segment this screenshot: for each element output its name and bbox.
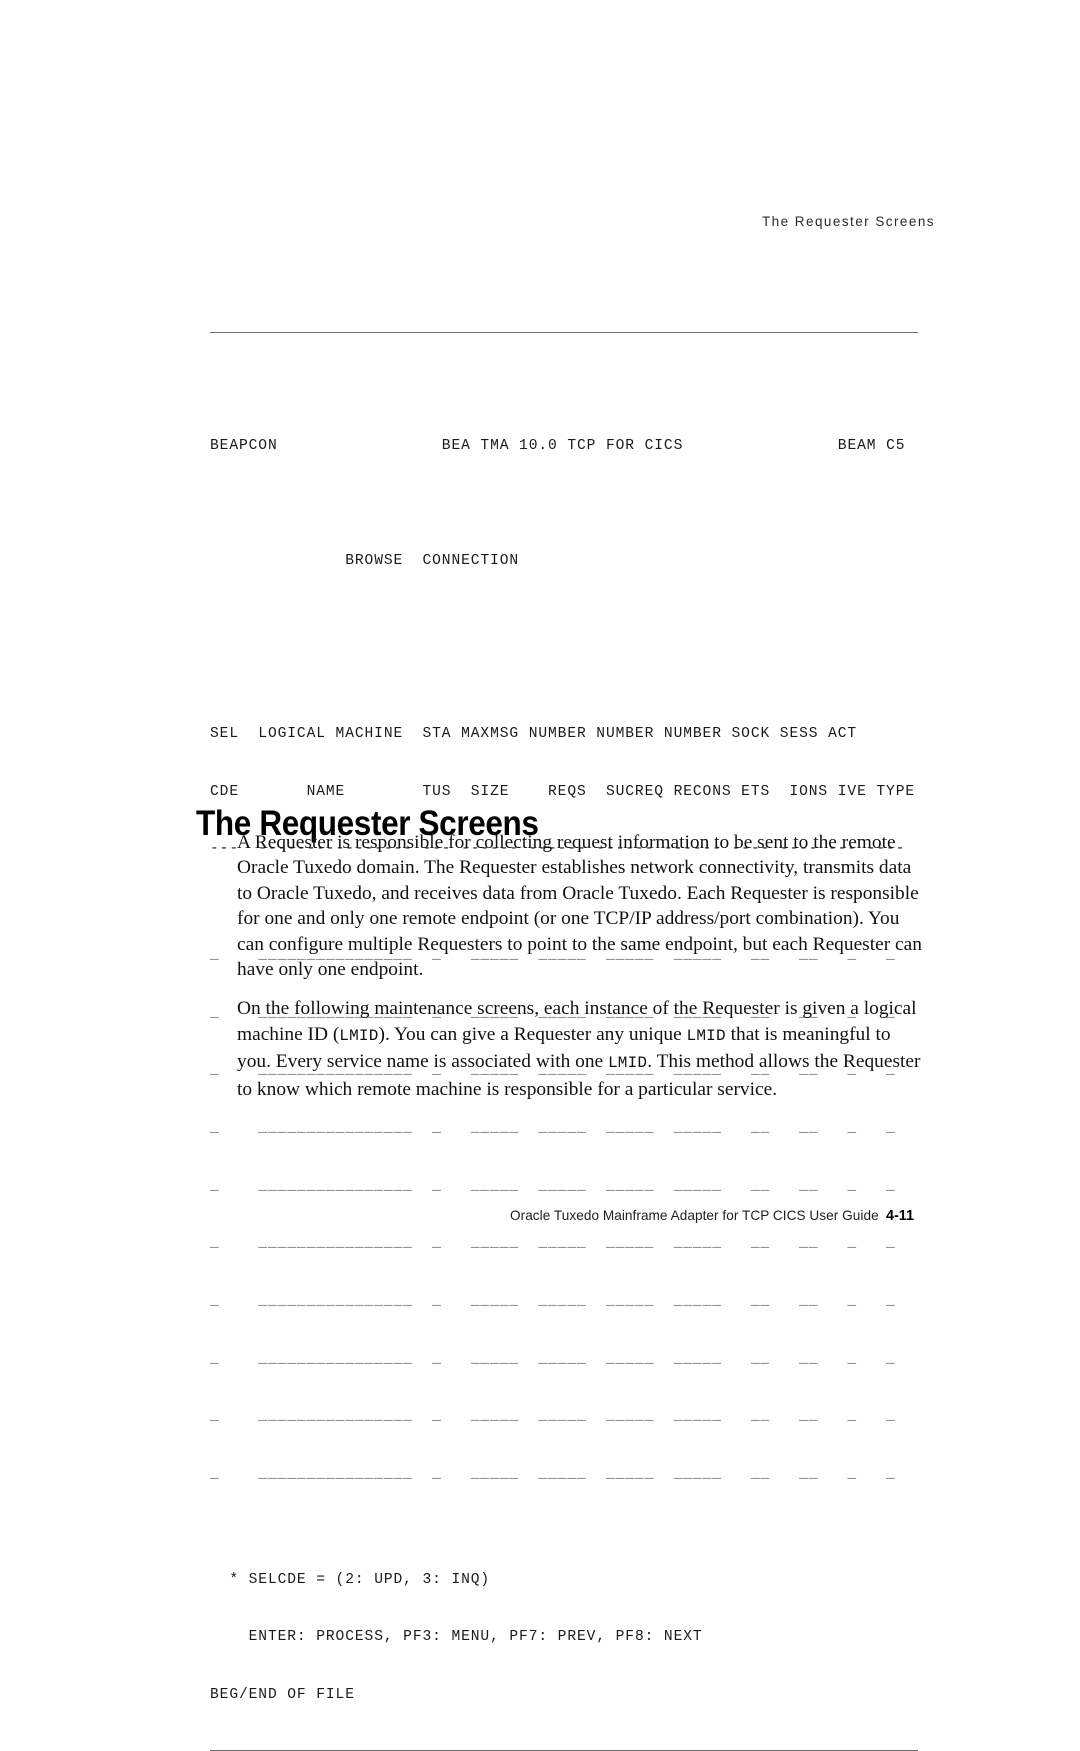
figure-bottom-rule xyxy=(210,1749,918,1751)
terminal-footer-keys: ENTER: PROCESS, PF3: MENU, PF7: PREV, PF… xyxy=(210,1628,918,1647)
page-footer: Oracle Tuxedo Mainframe Adapter for TCP … xyxy=(0,1208,1080,1230)
lmid-term: LMID xyxy=(608,1054,648,1073)
terminal-data-row[interactable]: _ ________________ _ _____ _____ _____ _… xyxy=(210,1119,918,1138)
spacer-line xyxy=(210,1522,918,1532)
lmid-term: LMID xyxy=(686,1026,726,1045)
spacer-line xyxy=(210,379,918,398)
terminal-data-row[interactable]: _ ________________ _ _____ _____ _____ _… xyxy=(210,1465,918,1484)
terminal-screen-id: BEAM C5 xyxy=(837,438,906,454)
terminal-product-title: BEA TMA 10.0 TCP FOR CICS xyxy=(441,438,684,454)
terminal-data-row[interactable]: _ ________________ _ _____ _____ _____ _… xyxy=(210,1234,918,1253)
running-header: The Requester Screens xyxy=(761,214,935,229)
terminal-transaction-id: BEAPCON xyxy=(210,438,278,454)
terminal-function-row: BROWSE CONNECTION xyxy=(210,552,918,571)
terminal-title-row: BEAPCON BEA TMA 10.0 TCP FOR CICS BEAM C… xyxy=(210,437,918,456)
terminal-data-row[interactable]: _ ________________ _ _____ _____ _____ _… xyxy=(210,1350,918,1369)
terminal-selcde-text: * SELCDE = (2: UPD, 3: INQ) xyxy=(229,1571,491,1588)
spacer-line xyxy=(210,610,918,629)
paragraph-requester-overview: A Requester is responsible for collectin… xyxy=(237,832,922,981)
lmid-term: LMID xyxy=(339,1026,379,1045)
paragraph-lmid-description: On the following maintenance screens, ea… xyxy=(237,996,926,1102)
terminal-keys-text: ENTER: PROCESS, PF3: MENU, PF7: PREV, PF… xyxy=(248,1629,703,1646)
terminal-footer-selcde: * SELCDE = (2: UPD, 3: INQ) xyxy=(210,1571,918,1590)
spacer-line xyxy=(210,667,918,686)
terminal-data-row[interactable]: _ ________________ _ _____ _____ _____ _… xyxy=(210,1292,918,1311)
terminal-column-header-top: SEL LOGICAL MACHINE STA MAXMSG NUMBER NU… xyxy=(210,726,858,742)
terminal-screen-function: BROWSE CONNECTION xyxy=(345,553,520,570)
spacer-line xyxy=(210,495,918,514)
terminal-column-header-bottom: CDE NAME TUS SIZE REQS SUCREQ RECONS ETS… xyxy=(210,783,916,800)
terminal-data-row[interactable]: _ ________________ _ _____ _____ _____ _… xyxy=(210,1407,918,1426)
footer-page-number: 4-11 xyxy=(886,1208,915,1224)
body-content: A Requester is responsible for collectin… xyxy=(237,830,926,1102)
paragraph-text-segment: ). You can give a Requester any unique xyxy=(378,1023,687,1045)
terminal-footer-status: BEG/END OF FILE xyxy=(210,1686,355,1703)
footer-guide-title: Oracle Tuxedo Mainframe Adapter for TCP … xyxy=(510,1208,879,1223)
terminal-data-row[interactable]: _ ________________ _ _____ _____ _____ _… xyxy=(210,1177,918,1196)
